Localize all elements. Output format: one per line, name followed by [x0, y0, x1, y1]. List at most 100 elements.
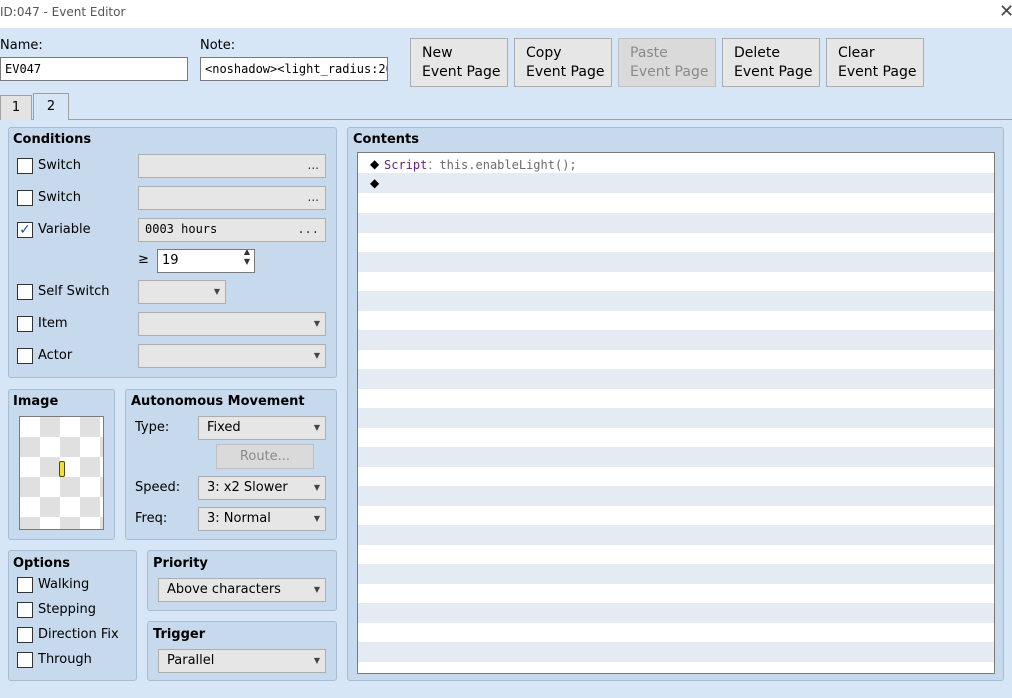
empty-command-row[interactable] [358, 388, 994, 408]
empty-command-row[interactable] [358, 505, 994, 525]
trigger-select[interactable]: Parallel ▼ [158, 649, 326, 673]
item-checkbox[interactable] [17, 316, 33, 332]
walking-label: Walking [38, 577, 90, 592]
stepping-checkbox[interactable] [17, 602, 33, 618]
freq-value: 3: Normal [207, 511, 271, 526]
variable-amount: 19 [162, 253, 179, 268]
options-title: Options [13, 556, 70, 571]
command-row[interactable]: ◆ Script：this.enableLight(); [358, 154, 994, 174]
spin-arrows-icon[interactable]: ▲ ▼ [244, 250, 250, 267]
empty-command-row[interactable] [358, 466, 994, 486]
image-title: Image [13, 394, 59, 409]
item-select[interactable]: ▼ [138, 312, 326, 336]
empty-command-row[interactable] [358, 349, 994, 369]
conditions-title: Conditions [13, 132, 92, 147]
tab-page-2[interactable]: 2 [33, 93, 69, 120]
empty-command-row[interactable] [358, 427, 994, 447]
chevron-down-icon: ▼ [313, 514, 320, 523]
ellipsis-icon: ... [297, 222, 319, 236]
command-row[interactable]: ◆ [358, 173, 994, 193]
walking-checkbox[interactable] [17, 577, 33, 593]
variable-label: Variable [38, 222, 91, 237]
light-sprite-icon [59, 461, 65, 477]
empty-command-row[interactable] [358, 524, 994, 545]
self-switch-checkbox[interactable] [17, 284, 33, 300]
through-label: Through [38, 652, 92, 667]
empty-command-row[interactable] [358, 583, 994, 603]
movement-type-value: Fixed [207, 420, 241, 435]
switch1-select[interactable]: ... [138, 154, 326, 178]
copy-event-page-button[interactable]: Copy Event Page [514, 38, 612, 87]
actor-checkbox[interactable] [17, 348, 33, 364]
variable-amount-stepper[interactable]: 19 ▲ ▼ [157, 249, 255, 273]
stepping-label: Stepping [38, 602, 96, 617]
empty-command-row[interactable] [358, 232, 994, 252]
variable-value: 0003 hours [145, 222, 218, 236]
route-button[interactable]: Route... [216, 444, 314, 469]
empty-command-row[interactable] [358, 212, 994, 233]
clear-event-page-button[interactable]: Clear Event Page [826, 38, 924, 87]
variable-checkbox[interactable]: ✓ [17, 222, 33, 238]
empty-command-row[interactable] [358, 368, 994, 389]
empty-command-row[interactable] [358, 407, 994, 428]
trigger-value: Parallel [167, 653, 215, 668]
empty-command-row[interactable] [358, 310, 994, 330]
switch2-checkbox[interactable] [17, 190, 33, 206]
empty-command-row[interactable] [358, 641, 994, 662]
close-icon[interactable]: ✕ [999, 3, 1012, 21]
empty-command-row[interactable] [358, 290, 994, 311]
event-image-preview[interactable] [19, 416, 104, 530]
name-field[interactable]: EV047 [0, 57, 188, 81]
chevron-down-icon: ▼ [313, 351, 320, 360]
note-label: Note: [200, 38, 236, 53]
actor-label: Actor [38, 348, 73, 363]
empty-command-row[interactable] [358, 602, 994, 623]
movement-type-select[interactable]: Fixed ▼ [198, 416, 326, 440]
chevron-down-icon: ▼ [313, 585, 320, 594]
actor-select[interactable]: ▼ [138, 344, 326, 368]
command-marker: ◆ [370, 176, 380, 190]
priority-select[interactable]: Above characters ▼ [158, 578, 326, 602]
switch1-checkbox[interactable] [17, 158, 33, 174]
empty-command-row[interactable] [358, 622, 994, 642]
empty-command-row[interactable] [358, 446, 994, 467]
empty-command-row[interactable] [358, 251, 994, 272]
direction-fix-label: Direction Fix [38, 627, 119, 642]
ellipsis-icon: ... [307, 190, 319, 204]
freq-select[interactable]: 3: Normal ▼ [198, 507, 326, 531]
switch2-select[interactable]: ... [138, 186, 326, 210]
note-field[interactable]: <noshadow><light_radius:20 [200, 57, 388, 81]
comparison-operator: ≥ [138, 252, 149, 267]
empty-command-row[interactable] [358, 544, 994, 564]
direction-fix-checkbox[interactable] [17, 627, 33, 643]
command-argument: this.enableLight(); [439, 158, 577, 172]
paste-event-page-button[interactable]: Paste Event Page [618, 38, 716, 87]
tab-page-1[interactable]: 1 [0, 95, 32, 120]
freq-label: Freq: [135, 511, 168, 526]
empty-command-row[interactable] [358, 563, 994, 584]
self-switch-select[interactable]: ▼ [138, 280, 226, 304]
type-label: Type: [135, 420, 170, 435]
delete-event-page-button[interactable]: Delete Event Page [722, 38, 820, 87]
name-label: Name: [0, 38, 43, 53]
new-event-page-button[interactable]: New Event Page [410, 38, 508, 87]
through-checkbox[interactable] [17, 652, 33, 668]
speed-value: 3: x2 Slower [207, 480, 288, 495]
item-label: Item [38, 316, 68, 331]
empty-command-row[interactable] [358, 271, 994, 291]
movement-title: Autonomous Movement [131, 394, 305, 409]
empty-command-row[interactable] [358, 193, 994, 213]
chevron-down-icon: ▼ [313, 656, 320, 665]
ellipsis-icon: ... [307, 158, 319, 172]
empty-command-row[interactable] [358, 329, 994, 350]
empty-command-row[interactable] [358, 485, 994, 506]
speed-select[interactable]: 3: x2 Slower ▼ [198, 476, 326, 500]
speed-label: Speed: [135, 480, 181, 495]
chevron-down-icon: ▼ [313, 483, 320, 492]
command-marker: ◆ [370, 157, 380, 171]
self-switch-label: Self Switch [38, 284, 110, 299]
variable-select[interactable]: 0003 hours... [138, 218, 326, 242]
title-bar: ID:047 - Event Editor ✕ [0, 0, 1012, 28]
contents-title: Contents [353, 132, 419, 147]
command-list[interactable]: ◆ Script：this.enableLight(); ◆ [357, 152, 995, 674]
